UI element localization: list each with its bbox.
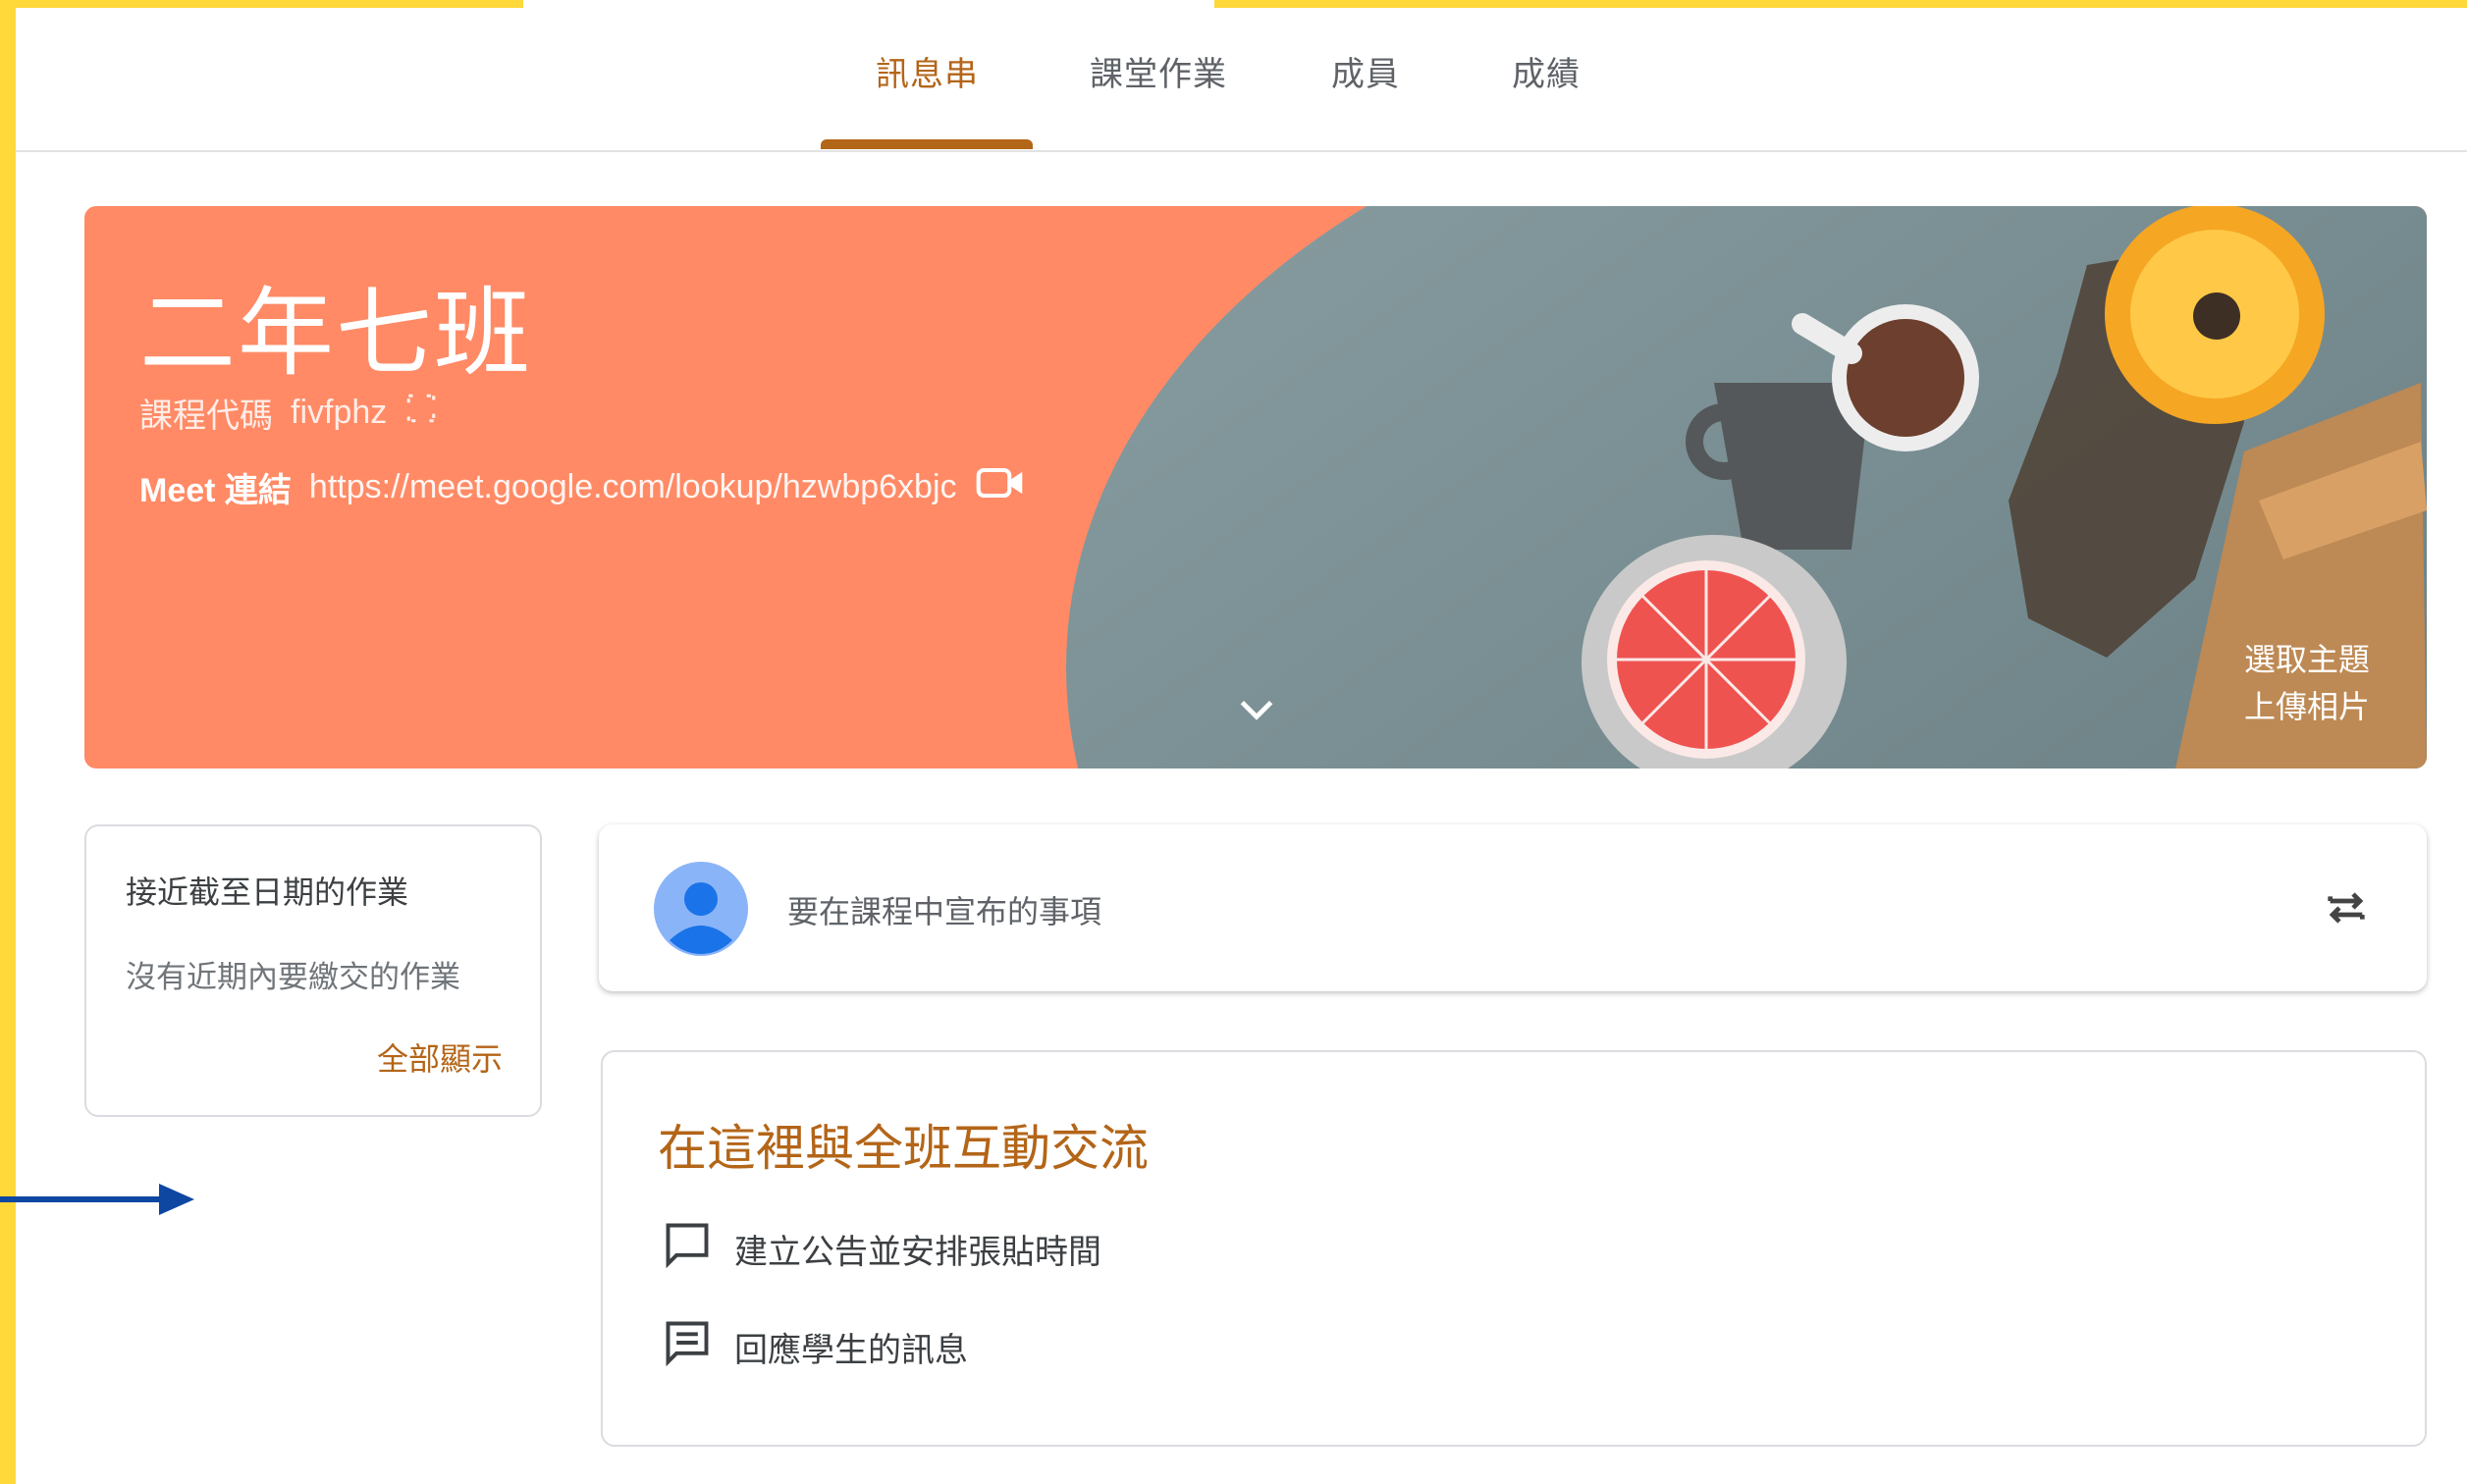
class-code-value: fivfphz bbox=[291, 394, 388, 431]
select-theme-link[interactable]: 選取主題 bbox=[2244, 636, 2370, 683]
video-camera-icon[interactable] bbox=[975, 463, 1026, 511]
upcoming-title: 接近截至日期的作業 bbox=[126, 874, 409, 910]
class-interaction-card: 在這裡與全班互動交流 建立公告並安排張貼時間 回應學生的訊息 bbox=[601, 1050, 2427, 1447]
upcoming-work-card: 接近截至日期的作業 沒有近期內要繳交的作業 全部顯示 bbox=[84, 824, 542, 1117]
repost-icon[interactable] bbox=[2319, 880, 2374, 940]
announce-box[interactable]: 要在課程中宣布的事項 bbox=[599, 824, 2427, 991]
meet-link-url[interactable]: https://meet.google.com/lookup/hzwbp6xbj… bbox=[309, 468, 957, 506]
arrow-right-icon bbox=[0, 1178, 196, 1226]
avatar bbox=[654, 862, 748, 956]
class-code-row: 課程代碼 fivfphz bbox=[139, 389, 438, 437]
class-banner: 二年七班 課程代碼 fivfphz Meet 連結 https://meet.g… bbox=[84, 206, 2427, 768]
class-code-label: 課程代碼 bbox=[139, 398, 273, 435]
announce-placeholder[interactable]: 要在課程中宣布的事項 bbox=[787, 887, 1101, 932]
announcement-icon bbox=[662, 1219, 713, 1279]
view-all-link[interactable]: 全部顯示 bbox=[377, 1034, 503, 1080]
top-tab-bar: 訊息串 課堂作業 成員 成績 bbox=[16, 8, 2467, 152]
interaction-item-label: 回應學生的訊息 bbox=[734, 1332, 968, 1369]
message-icon bbox=[662, 1317, 713, 1377]
yellow-frame-top-right bbox=[1214, 0, 2467, 8]
tab-grades[interactable]: 成績 bbox=[1512, 47, 1581, 95]
interaction-heading: 在這裡與全班互動交流 bbox=[658, 1121, 1149, 1176]
active-tab-indicator bbox=[821, 139, 1033, 149]
yellow-frame-left bbox=[0, 0, 16, 1484]
yellow-frame-top-left bbox=[0, 0, 523, 8]
tab-classwork[interactable]: 課堂作業 bbox=[1090, 47, 1227, 95]
chevron-down-icon[interactable] bbox=[1235, 695, 1278, 729]
banner-customize-links: 選取主題 上傳相片 bbox=[2244, 636, 2370, 730]
interaction-item-message: 回應學生的訊息 bbox=[662, 1317, 968, 1377]
tab-stream[interactable]: 訊息串 bbox=[876, 47, 979, 95]
meet-link-row: Meet 連結 https://meet.google.com/lookup/h… bbox=[139, 463, 1026, 511]
class-title: 二年七班 bbox=[139, 279, 533, 387]
tab-people[interactable]: 成員 bbox=[1331, 47, 1400, 95]
interaction-item-label: 建立公告並安排張貼時間 bbox=[734, 1234, 1101, 1271]
interaction-item-announce: 建立公告並安排張貼時間 bbox=[662, 1219, 1101, 1279]
upcoming-empty-text: 沒有近期內要繳交的作業 bbox=[126, 960, 460, 994]
meet-link-label: Meet 連結 bbox=[139, 472, 292, 509]
fullscreen-icon[interactable] bbox=[404, 392, 438, 434]
upload-photo-link[interactable]: 上傳相片 bbox=[2244, 683, 2370, 730]
